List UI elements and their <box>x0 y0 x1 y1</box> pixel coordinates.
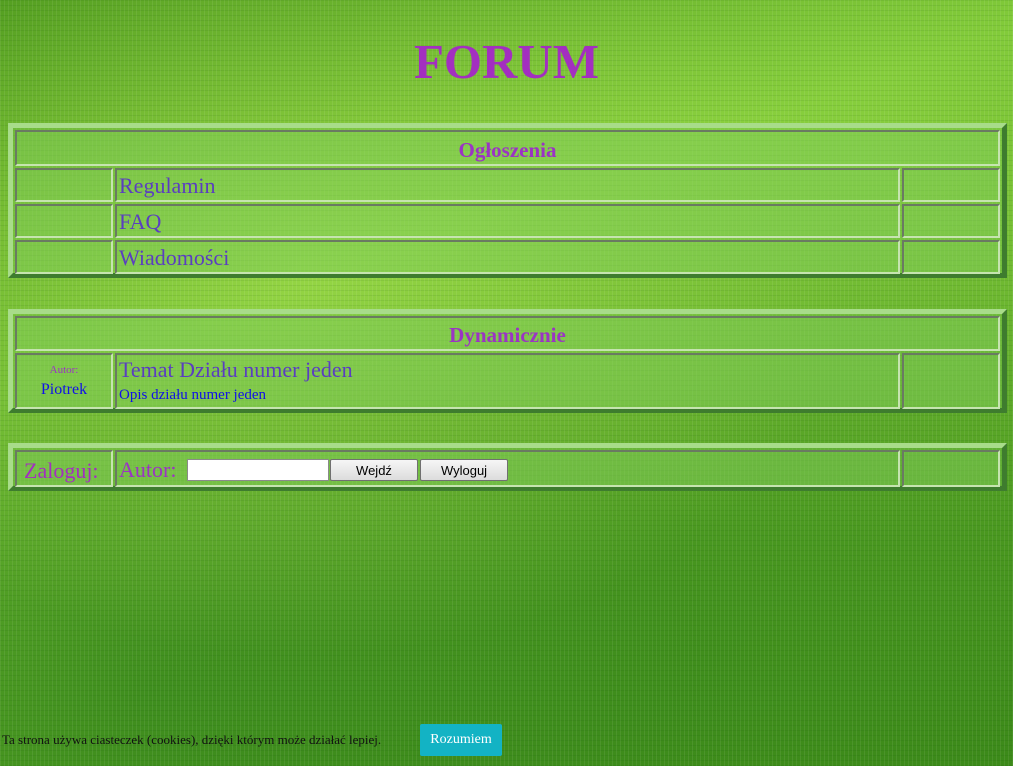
topic-side-cell <box>902 353 1000 409</box>
logout-button[interactable]: Wyloguj <box>420 459 508 481</box>
announcement-row-1-icon-cell <box>15 168 113 202</box>
announcement-row-3-icon-cell <box>15 240 113 274</box>
announcement-row-3-main-cell: Wiadomości <box>115 240 900 274</box>
announcement-row-2-side-cell <box>902 204 1000 238</box>
announcement-row-3-side-cell <box>902 240 1000 274</box>
announcements-panel: Ogłoszenia Regulamin FAQ Wiadomości <box>8 123 1007 278</box>
announcements-header-cell: Ogłoszenia <box>15 130 1000 166</box>
dynamic-panel: Dynamicznie Autor: Piotrek Temat Działu … <box>8 309 1007 413</box>
link-regulamin[interactable]: Regulamin <box>119 173 216 199</box>
topic-author-cell: Autor: Piotrek <box>15 353 113 409</box>
link-wiadomosci[interactable]: Wiadomości <box>119 245 229 271</box>
announcement-row-2-main-cell: FAQ <box>115 204 900 238</box>
login-panel: Zaloguj: Autor: Wejdź Wyloguj <box>8 443 1007 491</box>
login-label: Zaloguj: <box>24 458 99 483</box>
announcement-row-1-main-cell: Regulamin <box>115 168 900 202</box>
announcement-row-2-icon-cell <box>15 204 113 238</box>
topic-main-cell: Temat Działu numer jeden Opis działu num… <box>115 353 900 409</box>
cookie-bar: Ta strona używa ciasteczek (cookies), dz… <box>0 724 1013 758</box>
login-author-label: Autor: <box>119 457 177 482</box>
page-title: FORUM <box>413 34 600 89</box>
topic-author-name[interactable]: Piotrek <box>17 381 111 399</box>
dynamic-header-cell: Dynamicznie <box>15 316 1000 351</box>
dynamic-header: Dynamicznie <box>449 323 566 347</box>
cookie-accept-button[interactable]: Rozumiem <box>420 724 502 756</box>
login-label-cell: Zaloguj: <box>15 450 113 487</box>
author-input[interactable] <box>187 459 329 481</box>
announcement-row-1-side-cell <box>902 168 1000 202</box>
announcements-header: Ogłoszenia <box>458 138 557 162</box>
topic-title-link[interactable]: Temat Działu numer jeden <box>119 357 353 383</box>
enter-button[interactable]: Wejdź <box>330 459 418 481</box>
link-faq[interactable]: FAQ <box>119 209 161 235</box>
login-side-cell <box>902 450 1000 487</box>
topic-description: Opis działu numer jeden <box>119 387 267 403</box>
cookie-text: Ta strona używa ciasteczek (cookies), dz… <box>2 732 382 747</box>
login-form-cell: Autor: Wejdź Wyloguj <box>115 450 900 487</box>
topic-author-label: Autor: <box>49 364 79 376</box>
